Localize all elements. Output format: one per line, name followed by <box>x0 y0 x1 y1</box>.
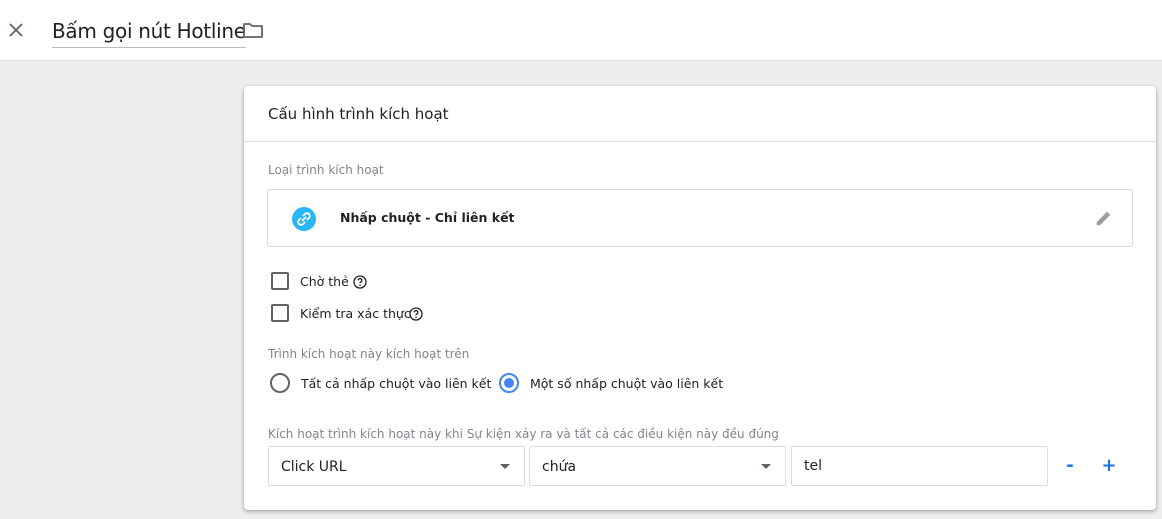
trigger-name-field[interactable]: Bấm gọi nút Hotline <box>52 16 246 48</box>
condition-value-input[interactable] <box>791 446 1048 486</box>
condition-label: Kích hoạt trình kích hoạt này khi Sự kiệ… <box>268 427 779 441</box>
trigger-type-selector[interactable]: Nhấp chuột - Chỉ liên kết <box>267 189 1133 247</box>
variable-select[interactable]: Click URL <box>268 446 525 486</box>
caret-down-icon <box>761 464 771 469</box>
variable-select-value: Click URL <box>281 459 347 475</box>
some-clicks-radio[interactable] <box>499 373 519 393</box>
link-icon <box>292 207 316 231</box>
check-validation-label: Kiểm tra xác thực <box>300 306 411 321</box>
trigger-type-label: Loại trình kích hoạt <box>268 163 384 177</box>
operator-select-value: chứa <box>542 459 577 475</box>
folder-icon[interactable] <box>242 19 264 41</box>
help-icon[interactable] <box>409 307 423 321</box>
remove-condition-button[interactable]: - <box>1058 454 1082 478</box>
all-clicks-radio[interactable] <box>270 373 290 393</box>
wait-for-tags-checkbox[interactable] <box>271 272 289 290</box>
operator-select[interactable]: chứa <box>529 446 786 486</box>
top-bar: Bấm gọi nút Hotline <box>0 0 1162 61</box>
trigger-config-card: Cấu hình trình kích hoạt Loại trình kích… <box>244 86 1156 510</box>
card-header: Cấu hình trình kích hoạt <box>244 86 1156 142</box>
close-icon[interactable] <box>6 20 26 40</box>
trigger-type-name: Nhấp chuột - Chỉ liên kết <box>340 210 515 225</box>
some-clicks-label: Một số nhấp chuột vào liên kết <box>530 376 724 391</box>
card-title: Cấu hình trình kích hoạt <box>268 105 449 123</box>
help-icon[interactable] <box>353 275 367 289</box>
wait-for-tags-label: Chờ thẻ <box>300 274 349 289</box>
pencil-icon[interactable] <box>1094 208 1114 228</box>
fires-on-label: Trình kích hoạt này kích hoạt trên <box>268 347 470 361</box>
all-clicks-label: Tất cả nhấp chuột vào liên kết <box>301 376 492 391</box>
check-validation-checkbox[interactable] <box>271 304 289 322</box>
caret-down-icon <box>500 464 510 469</box>
add-condition-button[interactable]: + <box>1097 454 1121 478</box>
page-title[interactable]: Bấm gọi nút Hotline <box>52 19 246 43</box>
